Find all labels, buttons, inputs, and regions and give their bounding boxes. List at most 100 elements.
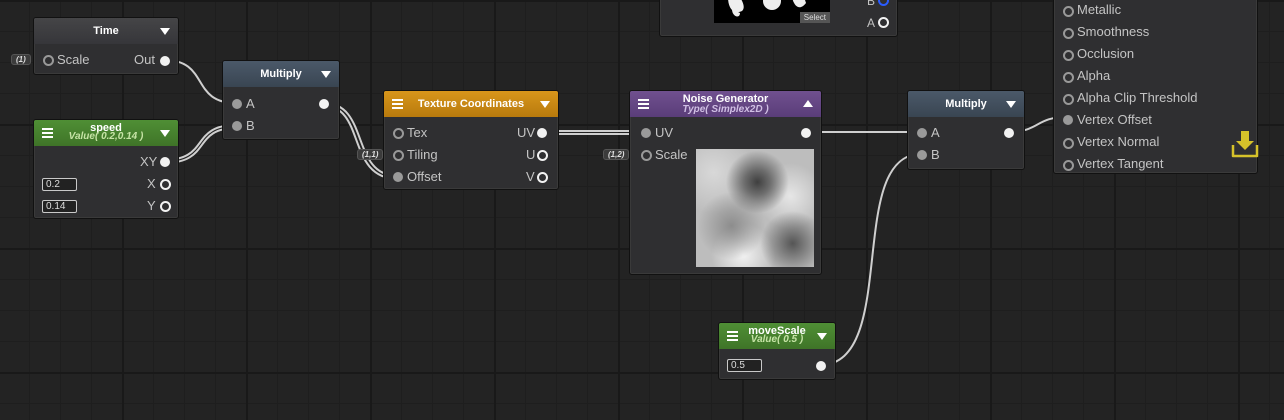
noise-generator-header[interactable]: Noise Generator Type( Simplex2D ) — [630, 91, 821, 117]
port-label-x: X — [147, 176, 156, 191]
texture-coordinates-title: Texture Coordinates — [417, 98, 525, 110]
master-port-alpha-clip-threshold[interactable] — [1063, 94, 1074, 105]
time-node-header[interactable]: Time — [34, 18, 178, 44]
multiply-node-header[interactable]: Multiply — [223, 61, 339, 87]
port-label-b: B — [931, 147, 940, 162]
collapse-arrow-icon[interactable] — [540, 101, 550, 108]
port-a-out[interactable] — [878, 17, 889, 28]
port-out[interactable] — [816, 361, 826, 371]
speed-node-subtitle: Value( 0.2,0.14 ) — [68, 131, 144, 142]
port-label-offset: Offset — [407, 169, 442, 184]
menu-icon[interactable] — [42, 128, 53, 138]
master-port-vertex-offset[interactable] — [1063, 115, 1073, 125]
port-out[interactable] — [319, 99, 329, 109]
port-scale-in[interactable] — [641, 150, 652, 161]
master-output-node[interactable]: Metallic Smoothness Occlusion Alpha Alpha Cl… — [1053, 0, 1261, 174]
noise-generator-subtitle: Type( Simplex2D ) — [682, 104, 769, 115]
port-b-in[interactable] — [917, 150, 927, 160]
y-value-field[interactable]: 0.14 — [42, 200, 77, 213]
collapse-arrow-icon[interactable] — [160, 28, 170, 35]
port-out[interactable] — [1004, 128, 1014, 138]
port-xy-out[interactable] — [160, 157, 170, 167]
port-x-out[interactable] — [160, 179, 171, 190]
collapse-arrow-icon[interactable] — [160, 130, 170, 137]
port-label-tiling: Tiling — [407, 147, 438, 162]
port-y-out[interactable] — [160, 201, 171, 212]
master-port-label: Alpha — [1077, 68, 1111, 83]
port-v-out[interactable] — [537, 172, 548, 183]
master-port-vertex-tangent[interactable] — [1063, 160, 1074, 171]
port-label-tex: Tex — [407, 125, 428, 140]
port-tex-in[interactable] — [393, 128, 404, 139]
port-label-uv: UV — [517, 125, 536, 140]
menu-icon[interactable] — [638, 99, 649, 109]
save-download-icon[interactable] — [1229, 127, 1261, 159]
port-b-out[interactable] — [878, 0, 889, 6]
master-port-occlusion[interactable] — [1063, 50, 1074, 61]
menu-icon[interactable] — [727, 331, 738, 341]
texture-sample-node[interactable]: Select B A — [659, 0, 898, 37]
port-label-uv: UV — [655, 125, 674, 140]
port-label-out: Out — [134, 52, 155, 67]
collapse-arrow-icon[interactable] — [1006, 101, 1016, 108]
port-label-scale: Scale — [655, 147, 688, 162]
tiling-default-tag: (1,1) — [357, 149, 384, 160]
port-u-out[interactable] — [537, 150, 548, 161]
multiply-node-2[interactable]: Multiply A B — [907, 90, 1025, 170]
master-port-vertex-normal[interactable] — [1063, 138, 1074, 149]
time-scale-tag: (1) — [11, 54, 31, 65]
master-port-smoothness[interactable] — [1063, 28, 1074, 39]
select-button[interactable]: Select — [799, 12, 830, 23]
noise-generator-title: Noise Generator — [682, 93, 769, 105]
movescale-node[interactable]: moveScale Value( 0.5 ) 0.5 — [718, 322, 836, 380]
port-label-b: B — [246, 118, 255, 133]
x-value-field[interactable]: 0.2 — [42, 178, 77, 191]
menu-icon[interactable] — [392, 99, 403, 109]
texture-coordinates-header[interactable]: Texture Coordinates — [384, 91, 558, 117]
port-uv-in[interactable] — [641, 128, 651, 138]
master-port-label: Vertex Normal — [1077, 134, 1160, 149]
noise-generator-node[interactable]: Noise Generator Type( Simplex2D ) UV Sca… — [629, 90, 822, 275]
port-label-a: A — [867, 16, 876, 30]
multiply-node-header[interactable]: Multiply — [908, 91, 1024, 117]
speed-node[interactable]: speed Value( 0.2,0.14 ) XY 0.2 X 0.14 Y — [33, 119, 179, 219]
time-node-title: Time — [93, 25, 119, 37]
master-port-alpha[interactable] — [1063, 72, 1074, 83]
port-label-a: A — [246, 96, 255, 111]
master-port-label: Vertex Tangent — [1077, 156, 1164, 171]
port-scale-in[interactable] — [43, 55, 54, 66]
time-node[interactable]: Time Scale Out — [33, 17, 179, 75]
master-port-label: Vertex Offset — [1077, 112, 1152, 127]
port-label-u: U — [526, 147, 536, 162]
port-label-y: Y — [147, 198, 156, 213]
speed-node-header[interactable]: speed Value( 0.2,0.14 ) — [34, 120, 178, 146]
port-out[interactable] — [160, 56, 170, 66]
movescale-node-header[interactable]: moveScale Value( 0.5 ) — [719, 323, 835, 349]
noise-preview-image — [696, 149, 814, 267]
noise-scale-tag: (1,2) — [603, 149, 630, 160]
texture-preview: Select — [714, 0, 830, 23]
master-port-label: Occlusion — [1077, 46, 1135, 61]
collapse-arrow-icon[interactable] — [321, 71, 331, 78]
multiply-node-1[interactable]: Multiply A B — [222, 60, 340, 140]
master-port-label: Smoothness — [1077, 24, 1150, 39]
port-out[interactable] — [801, 128, 811, 138]
port-label-a: A — [931, 125, 940, 140]
port-b-in[interactable] — [232, 121, 242, 131]
texture-coordinates-node[interactable]: Texture Coordinates Tex Tiling Offset UV… — [383, 90, 559, 190]
collapse-arrow-icon[interactable] — [817, 333, 827, 340]
port-label-xy: XY — [140, 154, 158, 169]
port-offset-in[interactable] — [393, 172, 403, 182]
master-port-label: Alpha Clip Threshold — [1077, 90, 1198, 105]
port-label-v: V — [526, 169, 535, 184]
port-uv-out[interactable] — [537, 128, 547, 138]
port-a-in[interactable] — [917, 128, 927, 138]
master-port-metallic[interactable] — [1063, 6, 1074, 17]
master-port-label: Metallic — [1077, 2, 1122, 17]
movescale-value-field[interactable]: 0.5 — [727, 359, 762, 372]
port-label-b: B — [867, 0, 876, 8]
port-tiling-in[interactable] — [393, 150, 404, 161]
port-a-in[interactable] — [232, 99, 242, 109]
port-label-scale: Scale — [57, 52, 90, 67]
collapse-arrow-icon[interactable] — [803, 100, 813, 107]
